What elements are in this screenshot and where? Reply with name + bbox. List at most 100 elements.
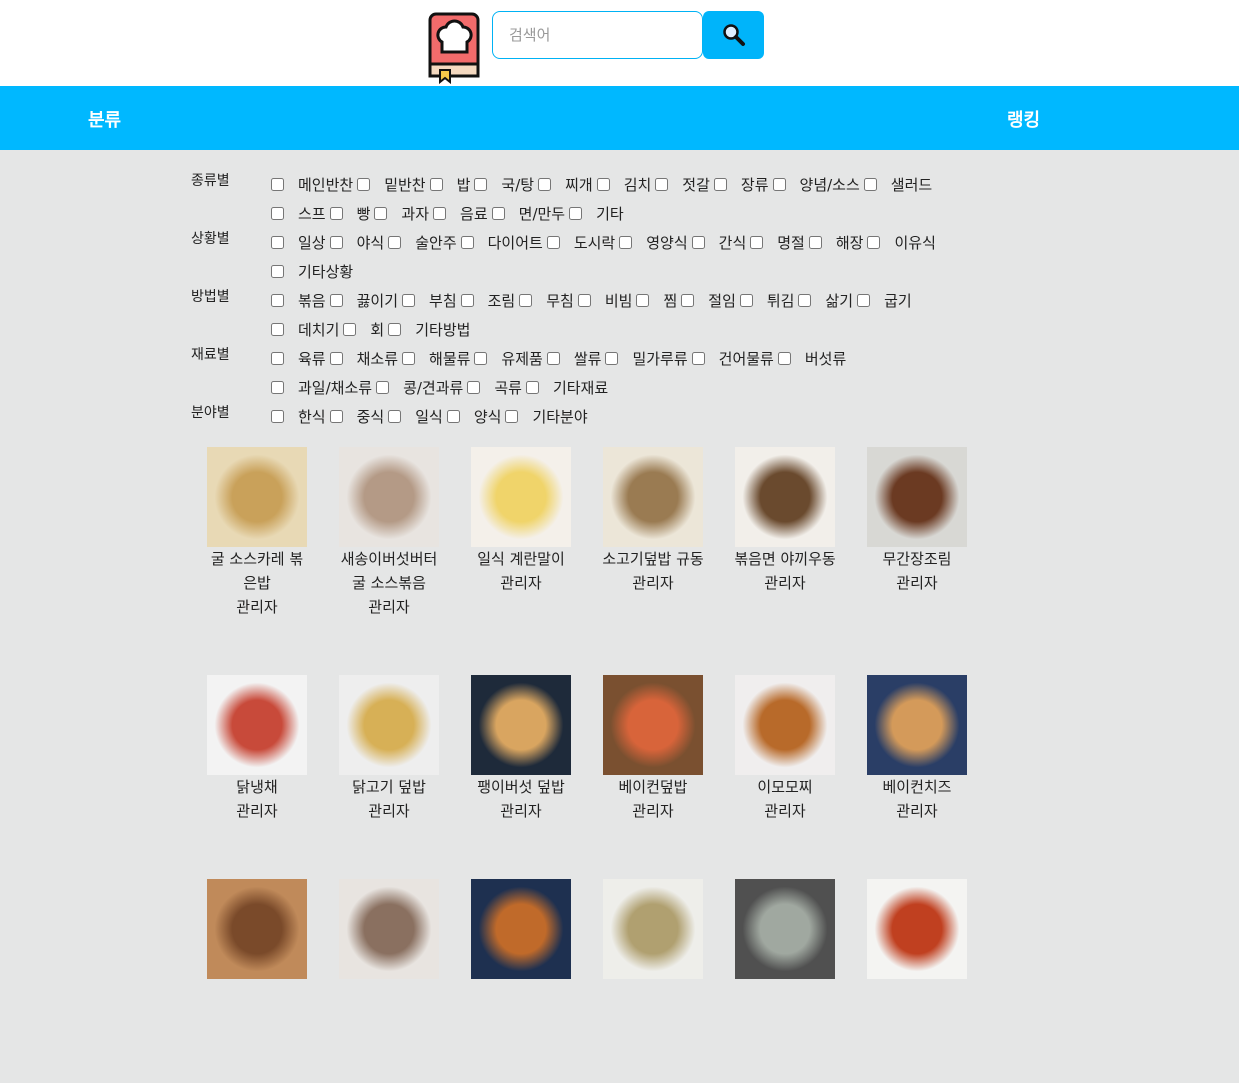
filter-checkbox[interactable] <box>739 294 753 307</box>
recipe-image[interactable] <box>339 447 439 547</box>
recipe-title[interactable]: 볶음면 야끼우동 <box>733 547 837 571</box>
filter-option[interactable]: 샐러드 <box>863 170 932 199</box>
filter-checkbox[interactable] <box>691 236 705 249</box>
filter-option[interactable]: 간식 <box>691 228 746 257</box>
filter-option[interactable]: 조림 <box>460 286 515 315</box>
filter-option[interactable]: 일식 <box>388 402 443 431</box>
filter-option[interactable]: 채소류 <box>329 344 398 373</box>
filter-checkbox[interactable] <box>474 352 488 365</box>
recipe-card[interactable] <box>455 879 587 1083</box>
recipe-card[interactable]: 소고기덮밥 규동 관리자 <box>587 447 719 675</box>
recipe-card[interactable]: 굴 소스카레 볶은밥 관리자 <box>191 447 323 675</box>
filter-option[interactable]: 기타상황 <box>271 257 353 286</box>
filter-option[interactable]: 밀가루류 <box>605 344 688 373</box>
filter-option[interactable]: 영양식 <box>619 228 688 257</box>
filter-checkbox[interactable] <box>772 178 786 191</box>
filter-checkbox[interactable] <box>271 352 284 365</box>
filter-option[interactable]: 일상 <box>271 228 326 257</box>
filter-checkbox[interactable] <box>713 178 727 191</box>
filter-option[interactable]: 도시락 <box>546 228 615 257</box>
nav-category[interactable]: 분류 <box>88 106 121 132</box>
filter-option[interactable]: 양념/소스 <box>772 170 860 199</box>
recipe-title[interactable]: 일식 계란말이 <box>469 547 573 571</box>
filter-checkbox[interactable] <box>374 207 388 220</box>
recipe-book-logo[interactable] <box>428 12 482 84</box>
filter-checkbox[interactable] <box>271 178 284 191</box>
filter-option[interactable]: 튀김 <box>739 286 794 315</box>
filter-checkbox[interactable] <box>343 323 357 336</box>
filter-option[interactable]: 데치기 <box>271 315 339 344</box>
filter-checkbox[interactable] <box>519 294 533 307</box>
search-input[interactable] <box>492 11 703 59</box>
filter-checkbox[interactable] <box>777 352 791 365</box>
filter-option[interactable]: 육류 <box>271 344 326 373</box>
filter-option[interactable]: 회 <box>343 315 384 344</box>
filter-checkbox[interactable] <box>402 352 416 365</box>
filter-option[interactable]: 밑반찬 <box>357 170 426 199</box>
filter-checkbox[interactable] <box>655 178 669 191</box>
filter-checkbox[interactable] <box>329 352 343 365</box>
search-button[interactable] <box>703 11 764 59</box>
filter-checkbox[interactable] <box>863 178 877 191</box>
filter-checkbox[interactable] <box>271 265 284 278</box>
recipe-image[interactable] <box>339 675 439 775</box>
filter-option[interactable]: 과일/채소류 <box>271 373 372 402</box>
filter-option[interactable]: 밥 <box>429 170 470 199</box>
recipe-card[interactable]: 베이컨덮밥 관리자 <box>587 675 719 879</box>
filter-checkbox[interactable] <box>857 294 871 307</box>
filter-option[interactable]: 버섯류 <box>777 344 846 373</box>
filter-option[interactable]: 기타재료 <box>525 373 608 402</box>
filter-option[interactable]: 과자 <box>374 199 429 228</box>
filter-checkbox[interactable] <box>538 178 552 191</box>
recipe-image[interactable] <box>471 447 571 547</box>
filter-checkbox[interactable] <box>271 294 284 307</box>
filter-checkbox[interactable] <box>750 236 764 249</box>
filter-checkbox[interactable] <box>636 294 650 307</box>
filter-option[interactable]: 기타분야 <box>505 402 588 431</box>
filter-checkbox[interactable] <box>474 178 488 191</box>
recipe-card[interactable] <box>587 879 719 1083</box>
filter-option[interactable]: 해장 <box>808 228 863 257</box>
filter-option[interactable]: 유제품 <box>474 344 543 373</box>
filter-checkbox[interactable] <box>329 207 343 220</box>
filter-checkbox[interactable] <box>271 410 284 423</box>
filter-checkbox[interactable] <box>546 352 560 365</box>
filter-option[interactable]: 기타 <box>569 199 624 228</box>
recipe-card[interactable]: 새송이버섯버터굴 소스볶음 관리자 <box>323 447 455 675</box>
filter-option[interactable]: 김치 <box>596 170 651 199</box>
filter-option[interactable]: 볶음 <box>271 286 326 315</box>
filter-checkbox[interactable] <box>329 294 343 307</box>
filter-checkbox[interactable] <box>388 236 402 249</box>
recipe-card[interactable]: 팽이버섯 덮밥 관리자 <box>455 675 587 879</box>
filter-option[interactable]: 건어물류 <box>691 344 774 373</box>
recipe-card[interactable]: 일식 계란말이 관리자 <box>455 447 587 675</box>
recipe-image[interactable] <box>735 675 835 775</box>
filter-checkbox[interactable] <box>605 352 619 365</box>
recipe-image[interactable] <box>735 879 835 979</box>
filter-checkbox[interactable] <box>460 236 474 249</box>
recipe-title[interactable]: 새송이버섯버터굴 소스볶음 <box>337 547 441 595</box>
filter-option[interactable]: 장류 <box>713 170 769 199</box>
filter-option[interactable]: 삶기 <box>798 286 853 315</box>
filter-option[interactable]: 콩/견과류 <box>376 373 463 402</box>
filter-checkbox[interactable] <box>867 236 881 249</box>
recipe-title[interactable]: 팽이버섯 덮밥 <box>469 775 573 799</box>
filter-checkbox[interactable] <box>798 294 812 307</box>
filter-checkbox[interactable] <box>433 207 447 220</box>
filter-checkbox[interactable] <box>491 207 505 220</box>
filter-checkbox[interactable] <box>577 294 591 307</box>
filter-checkbox[interactable] <box>271 323 284 336</box>
filter-checkbox[interactable] <box>429 178 443 191</box>
filter-option[interactable]: 면/만두 <box>491 199 565 228</box>
filter-option[interactable]: 야식 <box>329 228 384 257</box>
filter-checkbox[interactable] <box>402 294 416 307</box>
recipe-card[interactable]: 닭고기 덮밥 관리자 <box>323 675 455 879</box>
filter-checkbox[interactable] <box>808 236 822 249</box>
filter-option[interactable]: 기타방법 <box>388 315 470 344</box>
recipe-image[interactable] <box>603 879 703 979</box>
filter-checkbox[interactable] <box>596 178 610 191</box>
recipe-image[interactable] <box>735 447 835 547</box>
nav-ranking[interactable]: 랭킹 <box>1007 106 1040 132</box>
filter-option[interactable]: 음료 <box>433 199 488 228</box>
filter-option[interactable]: 끓이기 <box>329 286 398 315</box>
